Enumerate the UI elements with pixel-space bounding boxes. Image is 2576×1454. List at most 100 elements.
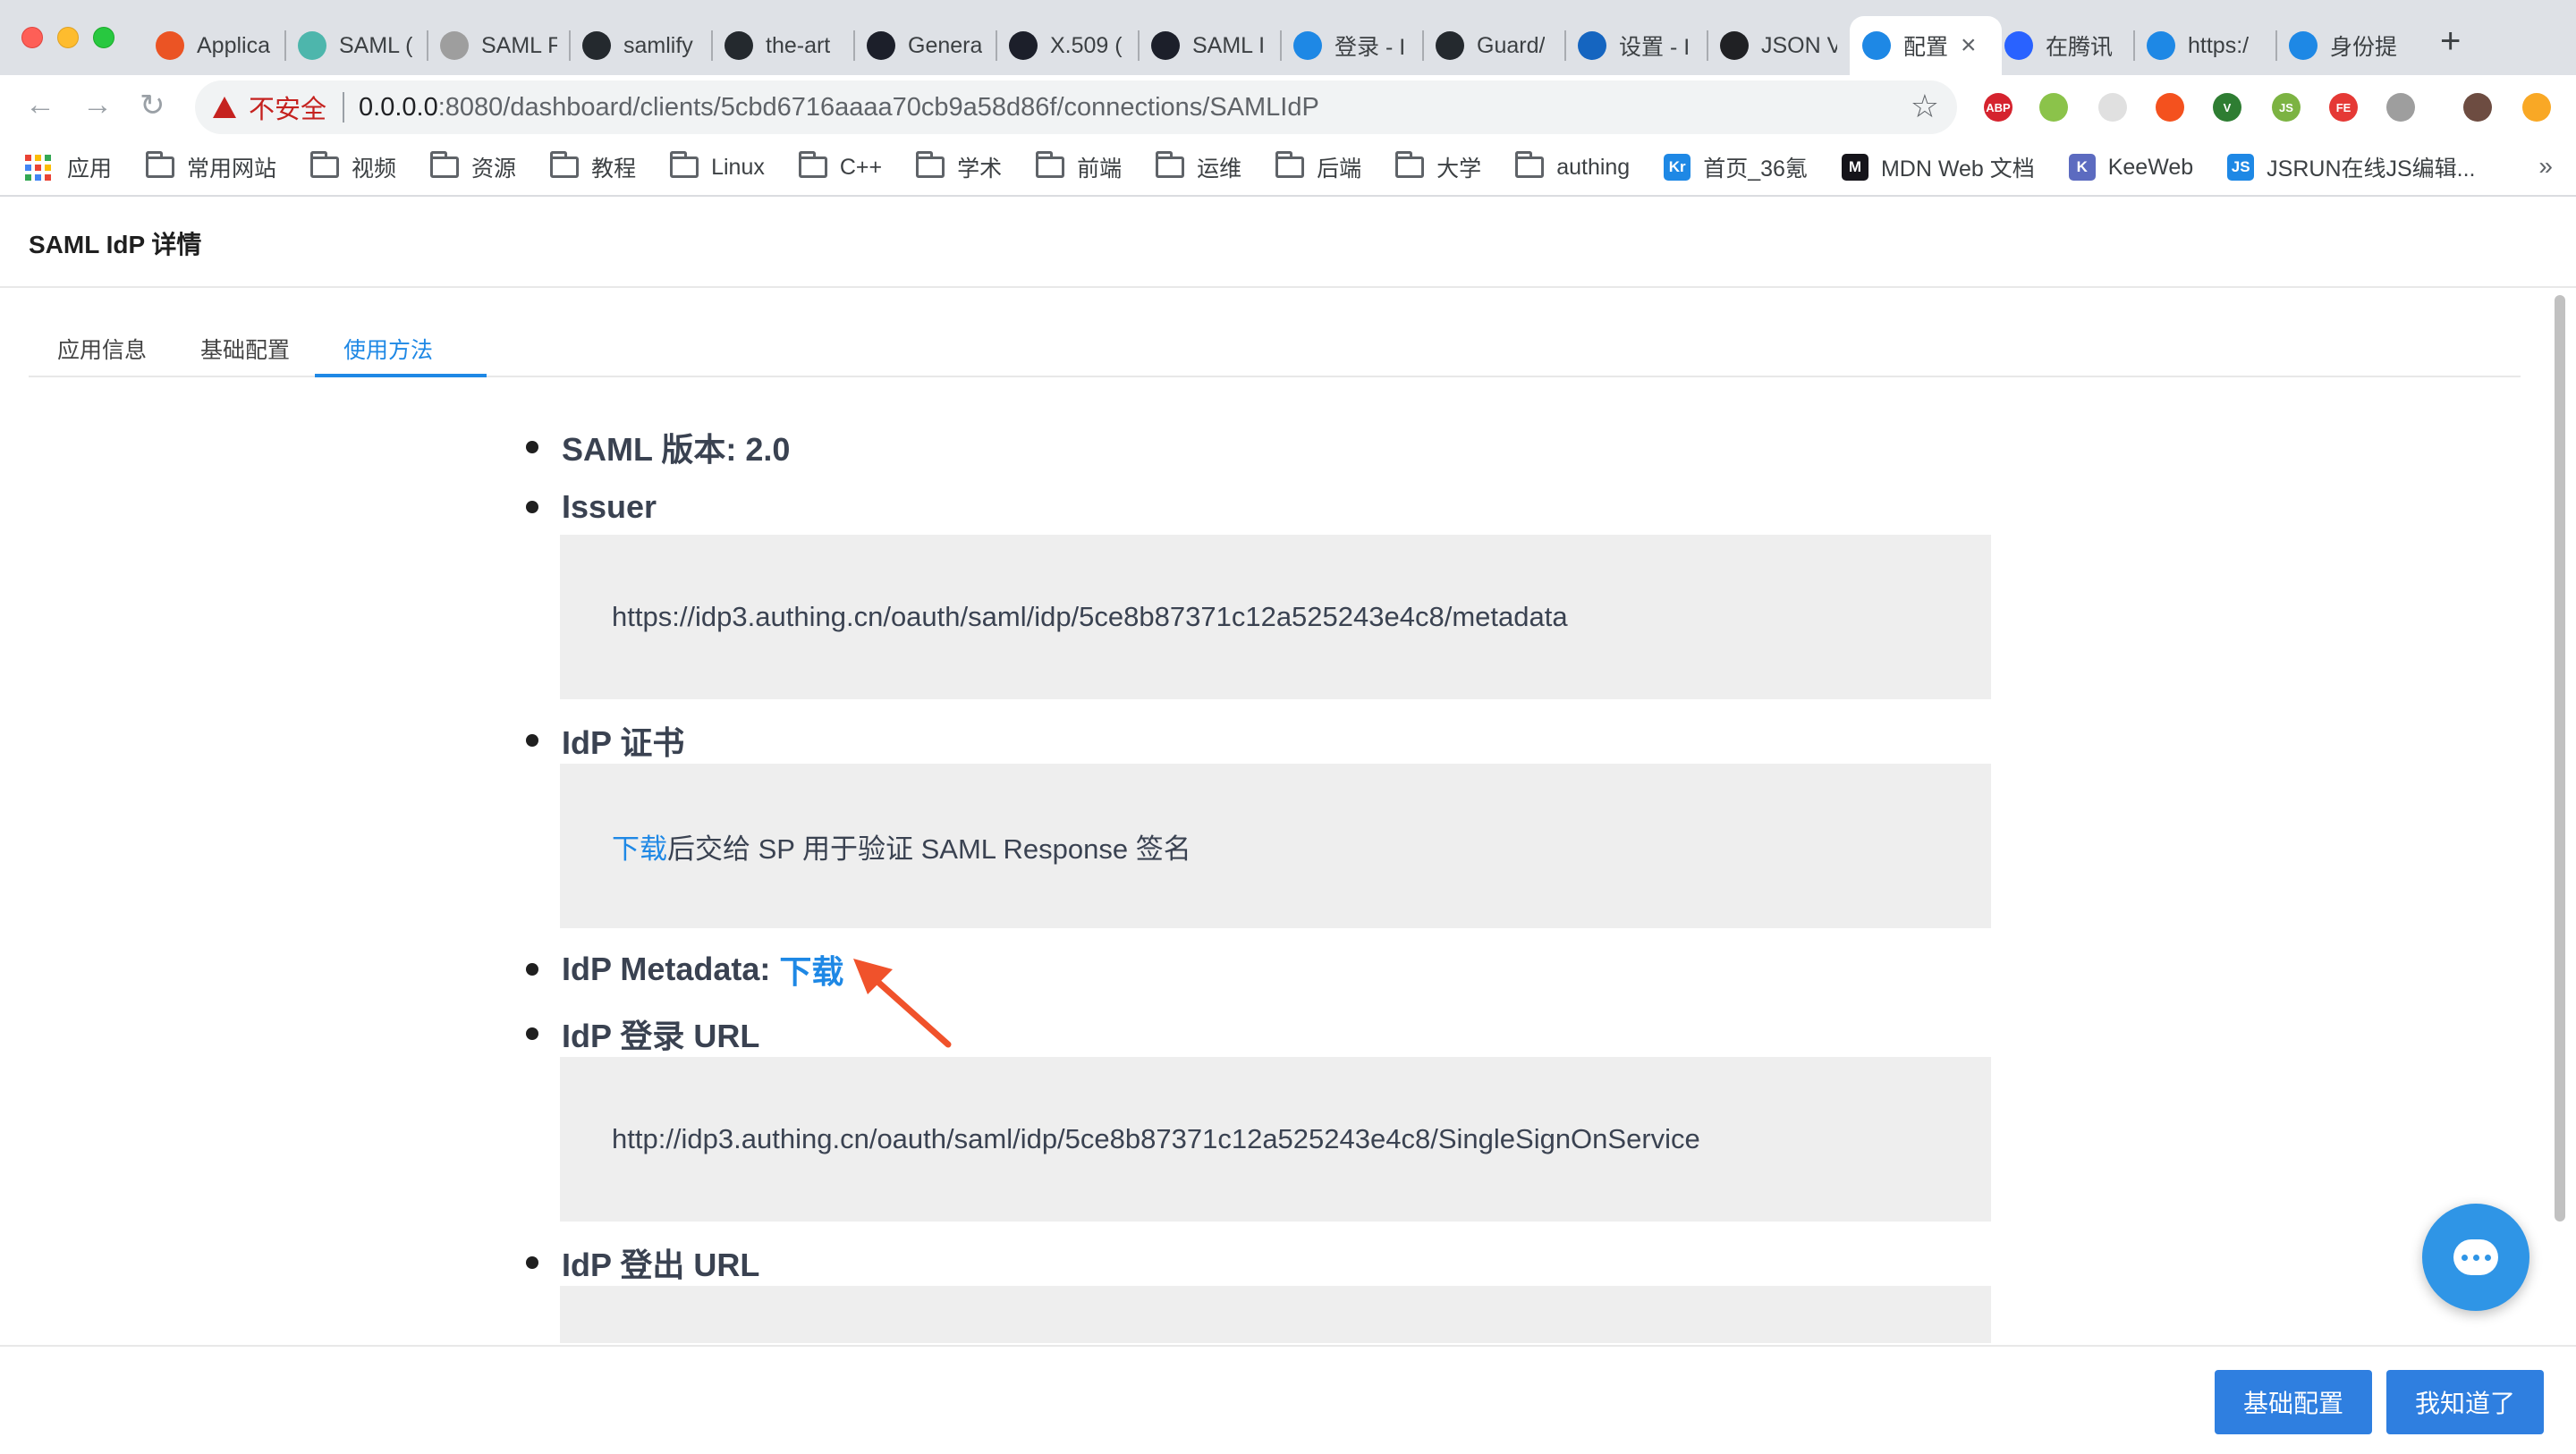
browser-tab[interactable]: Genera [854, 16, 996, 75]
folder-icon [798, 151, 827, 178]
back-icon[interactable]: ← [25, 88, 55, 123]
adblock-plus-icon[interactable]: ABP [1984, 93, 2012, 122]
browser-tab[interactable]: 登录 - I [1281, 16, 1423, 75]
tab-title: 配置 [1903, 35, 1949, 60]
bookmark-star-icon[interactable]: ☆ [1911, 88, 1939, 125]
window-minimize-button[interactable] [57, 27, 79, 48]
bookmark-item[interactable]: 应用 [25, 151, 112, 183]
tab-basic-config[interactable]: 基础配置 [200, 333, 290, 365]
bookmark-item[interactable]: 大学 [1395, 151, 1481, 183]
certificate-download-link[interactable]: 下载 [612, 826, 667, 866]
basic-config-button[interactable]: 基础配置 [2215, 1370, 2372, 1434]
tab-separator [1422, 30, 1424, 61]
bookmark-item[interactable]: 运维 [1156, 151, 1241, 183]
bookmark-item[interactable]: 常用网站 [146, 151, 276, 183]
address-bar[interactable]: 不安全 0.0.0.0:8080/dashboard/clients/5cbd6… [195, 80, 1957, 134]
more-bookmarks-icon[interactable]: » [2538, 152, 2553, 181]
tab-title: 设置 - I [1619, 35, 1690, 60]
tab-title: SAML I [1192, 32, 1266, 58]
update-icon[interactable] [2522, 93, 2551, 122]
browser-tab[interactable]: Guard/ [1423, 16, 1565, 75]
bookmark-label: MDN Web 文档 [1880, 156, 2035, 182]
browser-tab[interactable]: 设置 - I [1565, 16, 1707, 75]
circle-extension-icon[interactable] [2039, 93, 2068, 122]
tab-title: Applica [197, 32, 270, 58]
browser-tab[interactable]: SAML I [1139, 16, 1281, 75]
browser-tab[interactable]: SAML F [428, 16, 570, 75]
chat-support-button[interactable] [2422, 1204, 2529, 1311]
bullet [526, 1027, 538, 1040]
cloud-icon [2147, 31, 2175, 60]
saml-version-text: SAML 版本: 2.0 [562, 431, 791, 468]
certificate-description: 后交给 SP 用于验证 SAML Response 签名 [667, 833, 1191, 865]
browser-tab[interactable]: 身份提 [2276, 16, 2419, 75]
site-favicon-icon: Kr [1664, 154, 1691, 181]
bookmark-item[interactable]: 后端 [1275, 151, 1361, 183]
url-text[interactable]: 0.0.0.0:8080/dashboard/clients/5cbd6716a… [359, 93, 1319, 123]
tab-app-info[interactable]: 应用信息 [57, 333, 147, 365]
grid-extension-icon[interactable] [2098, 93, 2127, 122]
forward-icon[interactable]: → [82, 88, 113, 123]
tab-separator [2133, 30, 2135, 61]
browser-tab[interactable]: X.509 ( [996, 16, 1139, 75]
profile-avatar-icon[interactable] [2463, 93, 2492, 122]
window-close-button[interactable] [21, 27, 43, 48]
bookmark-label: 视频 [352, 156, 397, 182]
bookmark-item[interactable]: Kr 首页_36氪 [1664, 151, 1808, 183]
browser-tab[interactable]: SAML ( [285, 16, 428, 75]
bookmark-item[interactable]: 前端 [1036, 151, 1122, 183]
folder-icon [550, 151, 580, 178]
bookmark-item[interactable]: K KeeWeb [2068, 154, 2193, 181]
compass-extension-icon[interactable] [2156, 93, 2184, 122]
browser-tab[interactable]: the-art [712, 16, 854, 75]
browser-tab[interactable]: samlify [570, 16, 712, 75]
bookmark-label: 首页_36氪 [1703, 156, 1808, 182]
close-tab-icon[interactable]: × [1961, 30, 1977, 61]
issuer-label: Issuer [562, 488, 657, 525]
insecure-label: 不安全 [249, 96, 327, 124]
bookmark-label: 后端 [1317, 156, 1362, 182]
bookmark-item[interactable]: JS JSRUN在线JS编辑... [2227, 151, 2476, 183]
tab-title: JSON V [1761, 32, 1837, 58]
tab-title: samlify [623, 32, 693, 58]
bookmark-label: 运维 [1197, 156, 1242, 182]
browser-tab[interactable]: Applica [143, 16, 285, 75]
fe-helper-icon[interactable]: FE [2329, 93, 2358, 122]
vue-devtools-icon[interactable]: V [2213, 93, 2241, 122]
gear-extension-icon[interactable] [2386, 93, 2415, 122]
browser-tab[interactable]: 配置 × [1850, 16, 2002, 75]
bookmark-item[interactable]: M MDN Web 文档 [1841, 151, 2035, 183]
bookmarks-list: 应用 常用网站 视频 资源 教程 Linux C++ 学术 前端 运维 后端 大学 authing Kr 首… [25, 151, 2510, 183]
logout-url-label: IdP 登出 URL [562, 1247, 760, 1283]
active-tab-indicator [315, 374, 487, 377]
list-item-metadata: IdP Metadata: 下载 [526, 946, 843, 993]
url-path: :8080/dashboard/clients/5cbd6716aaaa70cb… [437, 92, 1319, 122]
tab-usage[interactable]: 使用方法 [343, 333, 433, 365]
bookmark-item[interactable]: 视频 [310, 151, 396, 183]
bookmark-item[interactable]: 学术 [916, 151, 1002, 183]
metadata-download-link[interactable]: 下载 [779, 946, 843, 993]
reload-icon[interactable]: ↻ [140, 88, 165, 123]
window-maximize-button[interactable] [93, 27, 114, 48]
lock-globe-icon [440, 31, 469, 60]
github-icon [1436, 31, 1464, 60]
tab-title: Guard/ [1477, 32, 1546, 58]
browser-tab[interactable]: JSON V [1707, 16, 1850, 75]
site-favicon-icon: K [2068, 154, 2096, 181]
bookmark-label: 学术 [957, 156, 1003, 182]
logout-url-code-block [560, 1286, 1991, 1343]
bookmark-item[interactable]: 教程 [550, 151, 636, 183]
got-it-button[interactable]: 我知道了 [2386, 1370, 2544, 1434]
bullet [526, 501, 538, 513]
browser-tab[interactable]: 在腾讯 [1992, 16, 2134, 75]
new-tab-button[interactable]: + [2440, 21, 2461, 62]
bookmark-item[interactable]: Linux [670, 151, 765, 181]
bookmark-item[interactable]: 资源 [430, 151, 516, 183]
bookmark-item[interactable]: authing [1515, 151, 1630, 181]
nodejs-extension-icon[interactable]: JS [2272, 93, 2301, 122]
folder-icon [1036, 151, 1065, 178]
list-item-logout-url: IdP 登出 URL [526, 1239, 759, 1286]
bookmark-item[interactable]: C++ [798, 151, 882, 181]
browser-tab[interactable]: https:/ [2134, 16, 2276, 75]
page-scrollbar[interactable] [2555, 295, 2565, 1222]
